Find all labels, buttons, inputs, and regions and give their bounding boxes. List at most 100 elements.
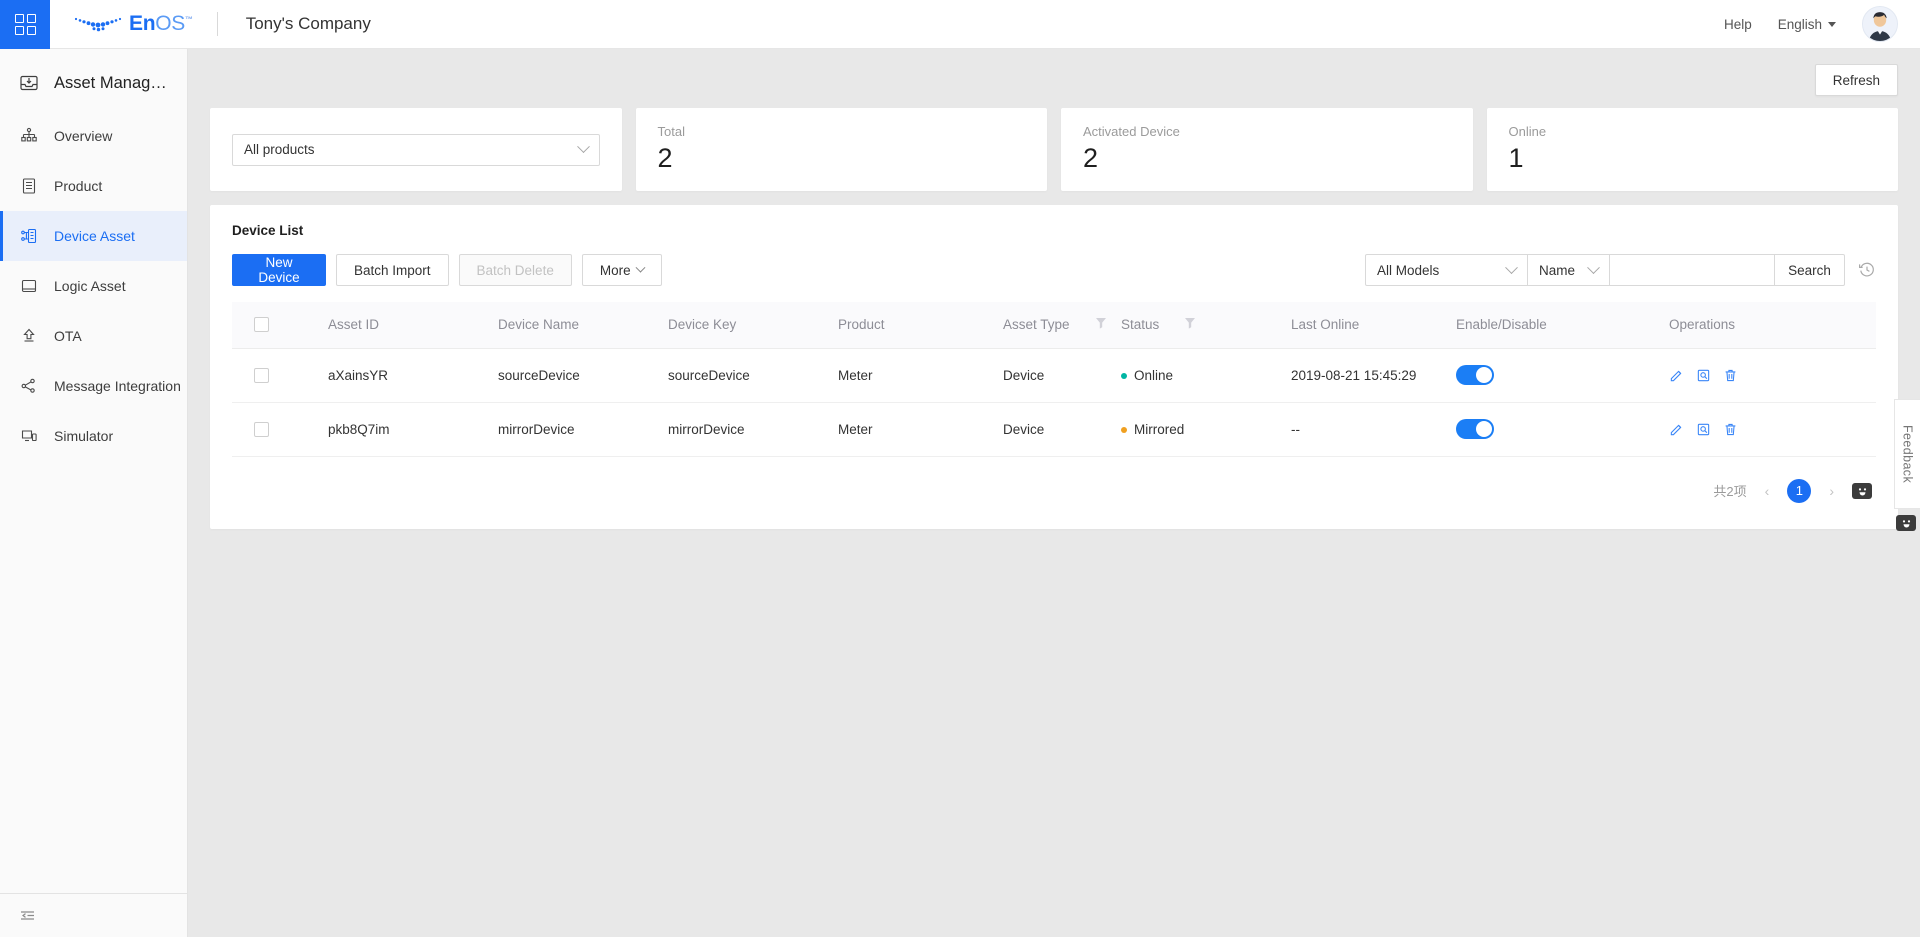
history-clock-icon[interactable]: [1858, 261, 1876, 279]
batch-import-button[interactable]: Batch Import: [336, 254, 449, 286]
sidebar-item-product[interactable]: Product: [0, 161, 187, 211]
edit-icon[interactable]: [1669, 422, 1684, 437]
funnel-filter-icon[interactable]: [1095, 317, 1106, 332]
column-asset-type[interactable]: Asset Type: [997, 302, 1115, 349]
batch-delete-button[interactable]: Batch Delete: [458, 254, 572, 286]
pagination-total: 共2项: [1713, 484, 1747, 499]
select-all-checkbox[interactable]: [254, 317, 269, 333]
cell-operations: [1663, 402, 1876, 457]
stat-value: 2: [1083, 143, 1099, 173]
language-label: English: [1777, 16, 1822, 32]
device-table: Asset ID Device Name Device Key Product …: [232, 302, 1876, 457]
column-operations[interactable]: Operations: [1663, 302, 1876, 349]
stat-card-online: Online 1: [1486, 108, 1898, 191]
column-device-name[interactable]: Device Name: [492, 302, 662, 349]
cell-device-name: sourceDevice: [492, 348, 662, 403]
delete-icon[interactable]: [1723, 422, 1738, 437]
cell-product: Meter: [832, 402, 997, 457]
column-enable-disable[interactable]: Enable/Disable: [1450, 302, 1663, 349]
status-badge: Mirrored: [1134, 421, 1185, 437]
cell-status: Online: [1115, 348, 1285, 403]
models-filter-select[interactable]: All Models: [1365, 254, 1528, 286]
search-input[interactable]: [1610, 254, 1775, 286]
enos-swoosh-icon: [74, 17, 122, 32]
brand-area: EnOS™ Tony's Company: [50, 12, 371, 36]
pagination-page-1[interactable]: 1: [1787, 478, 1812, 503]
enable-toggle[interactable]: [1456, 365, 1494, 385]
sidebar-item-label: Logic Asset: [54, 278, 126, 294]
sidebar-item-label: Message Integration: [54, 378, 181, 394]
stat-value: 2: [657, 143, 673, 173]
cell-enable-toggle: [1450, 348, 1663, 403]
sidebar-item-ota[interactable]: OTA: [0, 311, 187, 361]
chevron-down-icon: [1505, 260, 1518, 274]
upload-arrow-icon: [19, 326, 39, 346]
row-checkbox[interactable]: [254, 421, 269, 437]
view-detail-icon[interactable]: [1696, 422, 1711, 437]
sidebar-item-message-integration[interactable]: Message Integration: [0, 361, 187, 411]
avatar[interactable]: [1862, 6, 1898, 42]
cell-asset-type: Device: [997, 348, 1115, 403]
new-device-button[interactable]: New Device: [232, 254, 326, 286]
column-product[interactable]: Product: [832, 302, 997, 349]
sidebar-item-label: Product: [54, 178, 103, 194]
sidebar-item-simulator[interactable]: Simulator: [0, 411, 187, 461]
help-link[interactable]: Help: [1724, 17, 1752, 32]
feedback-tab[interactable]: Feedback: [1894, 399, 1920, 509]
pagination-next[interactable]: ›: [1825, 483, 1838, 499]
sidebar-item-label: OTA: [54, 328, 82, 344]
status-badge: Online: [1134, 367, 1174, 383]
table-row[interactable]: pkb8Q7im mirrorDevice mirrorDevice Meter…: [232, 402, 1876, 457]
language-selector[interactable]: English: [1778, 17, 1836, 32]
stat-card-total: Total 2: [635, 108, 1047, 191]
pagination-prev[interactable]: ‹: [1761, 483, 1774, 499]
sidebar-title-label: Asset Manag…: [54, 73, 167, 92]
asset-inbox-icon: [19, 73, 39, 93]
monitor-icon: [19, 426, 39, 446]
grid-apps-icon[interactable]: [0, 0, 50, 49]
row-checkbox[interactable]: [254, 367, 269, 383]
collapse-sidebar-icon[interactable]: [0, 893, 187, 937]
table-row[interactable]: aXainsYR sourceDevice sourceDevice Meter…: [232, 348, 1876, 403]
smiley-face-icon[interactable]: [1852, 482, 1872, 499]
sidebar-title[interactable]: Asset Manag…: [0, 55, 187, 111]
column-status[interactable]: Status: [1115, 302, 1285, 349]
enable-toggle[interactable]: [1456, 419, 1494, 439]
toolbar-search: All Models Name Search: [1365, 254, 1876, 286]
refresh-button[interactable]: Refresh: [1814, 64, 1898, 96]
main-content: Refresh All products Total 2 Activated D…: [188, 49, 1920, 937]
cell-status: Mirrored: [1115, 402, 1285, 457]
body-wrapper: Asset Manag… Overview Product Device Ass…: [0, 49, 1920, 937]
stat-label: Total: [657, 124, 685, 139]
product-filter-card: All products: [210, 108, 622, 191]
sidebar-item-logic-asset[interactable]: Logic Asset: [0, 261, 187, 311]
chevron-down-icon: [635, 262, 646, 273]
edit-icon[interactable]: [1669, 368, 1684, 383]
smiley-face-icon[interactable]: [1896, 515, 1916, 531]
field-filter-select[interactable]: Name: [1528, 254, 1610, 286]
top-header: EnOS™ Tony's Company Help English: [0, 0, 1920, 49]
delete-icon[interactable]: [1723, 368, 1738, 383]
sidebar-item-label: Overview: [54, 128, 113, 144]
search-button[interactable]: Search: [1775, 254, 1845, 286]
sidebar-item-overview[interactable]: Overview: [0, 111, 187, 161]
more-label: More: [599, 262, 631, 278]
device-list-panel: Device List New Device Batch Import Batc…: [210, 205, 1898, 529]
share-nodes-icon: [19, 376, 39, 396]
more-button[interactable]: More: [581, 254, 662, 286]
header-divider: [216, 12, 218, 36]
column-device-key[interactable]: Device Key: [662, 302, 832, 349]
column-asset-id[interactable]: Asset ID: [322, 302, 492, 349]
funnel-filter-icon[interactable]: [1185, 317, 1196, 332]
sidebar-item-label: Simulator: [54, 428, 114, 444]
table-header: Asset ID Device Name Device Key Product …: [232, 302, 1876, 349]
select-all-header: [232, 302, 322, 349]
view-detail-icon[interactable]: [1696, 368, 1711, 383]
status-dot: [1121, 372, 1127, 379]
sidebar-item-device-asset[interactable]: Device Asset: [0, 211, 187, 261]
column-last-online[interactable]: Last Online: [1285, 302, 1450, 349]
cell-device-key: mirrorDevice: [662, 402, 832, 457]
product-filter-select[interactable]: All products: [232, 133, 600, 166]
user-avatar-icon: [1863, 7, 1897, 41]
row-select-cell: [232, 348, 322, 403]
